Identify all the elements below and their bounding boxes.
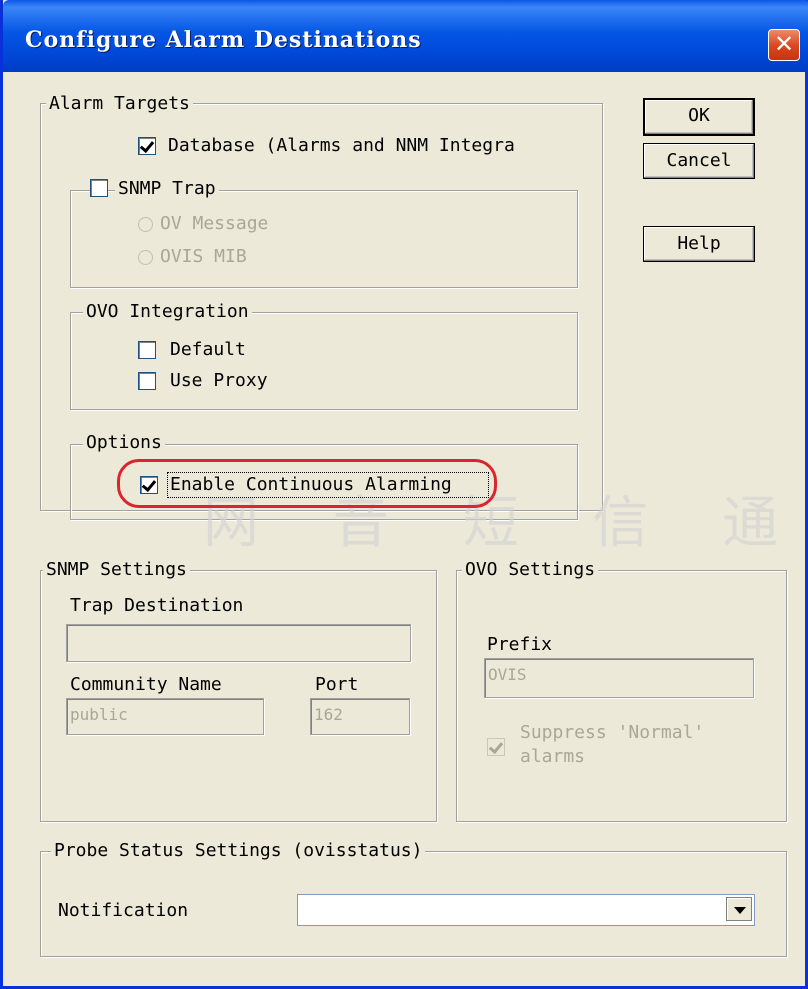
window-title: Configure Alarm Destinations xyxy=(25,27,422,53)
trap-destination-label: Trap Destination xyxy=(70,595,244,616)
ov-message-radio[interactable] xyxy=(138,217,153,232)
default-label: Default xyxy=(170,339,246,360)
trap-destination-input[interactable] xyxy=(66,624,411,662)
database-checkbox[interactable] xyxy=(138,137,156,155)
snmp-trap-label: SNMP Trap xyxy=(115,178,219,200)
suppress-normal-label-line1: Suppress 'Normal' xyxy=(520,722,705,743)
options-legend: Options xyxy=(83,432,165,454)
notification-label: Notification xyxy=(58,900,189,921)
probe-status-legend: Probe Status Settings (ovisstatus) xyxy=(51,840,426,862)
chevron-down-icon[interactable] xyxy=(726,897,752,921)
suppress-normal-label-line2: alarms xyxy=(520,746,586,767)
ovis-mib-label: OVIS MIB xyxy=(160,246,247,267)
prefix-input[interactable]: OVIS xyxy=(484,658,754,698)
cancel-button[interactable]: Cancel xyxy=(643,143,755,179)
ov-message-label: OV Message xyxy=(160,213,269,234)
database-label: Database (Alarms and NNM Integra xyxy=(168,135,515,156)
configure-alarm-dialog: Configure Alarm Destinations ✕ Alarm Tar… xyxy=(0,0,808,989)
port-label: Port xyxy=(315,674,359,695)
ovo-integration-legend: OVO Integration xyxy=(83,301,252,323)
suppress-normal-checkbox[interactable] xyxy=(487,738,505,756)
notification-dropdown[interactable] xyxy=(297,894,755,926)
prefix-label: Prefix xyxy=(487,634,553,655)
ok-button[interactable]: OK xyxy=(643,98,755,136)
community-name-label: Community Name xyxy=(70,674,222,695)
help-button[interactable]: Help xyxy=(643,226,755,262)
use-proxy-label: Use Proxy xyxy=(170,370,268,391)
ovo-integration-group xyxy=(70,312,578,410)
ovis-mib-radio[interactable] xyxy=(138,250,153,265)
snmp-trap-group xyxy=(70,190,578,288)
community-name-input[interactable]: public xyxy=(66,698,264,735)
close-icon[interactable]: ✕ xyxy=(768,29,800,61)
title-bar[interactable]: Configure Alarm Destinations ✕ xyxy=(3,0,808,72)
snmp-trap-checkbox[interactable] xyxy=(90,179,108,197)
port-input[interactable]: 162 xyxy=(310,698,410,735)
ovo-settings-legend: OVO Settings xyxy=(462,559,599,581)
red-highlight-ellipse xyxy=(117,459,497,508)
alarm-targets-legend: Alarm Targets xyxy=(46,93,193,115)
use-proxy-checkbox[interactable] xyxy=(138,372,156,390)
snmp-settings-legend: SNMP Settings xyxy=(43,559,190,581)
default-checkbox[interactable] xyxy=(138,341,156,359)
